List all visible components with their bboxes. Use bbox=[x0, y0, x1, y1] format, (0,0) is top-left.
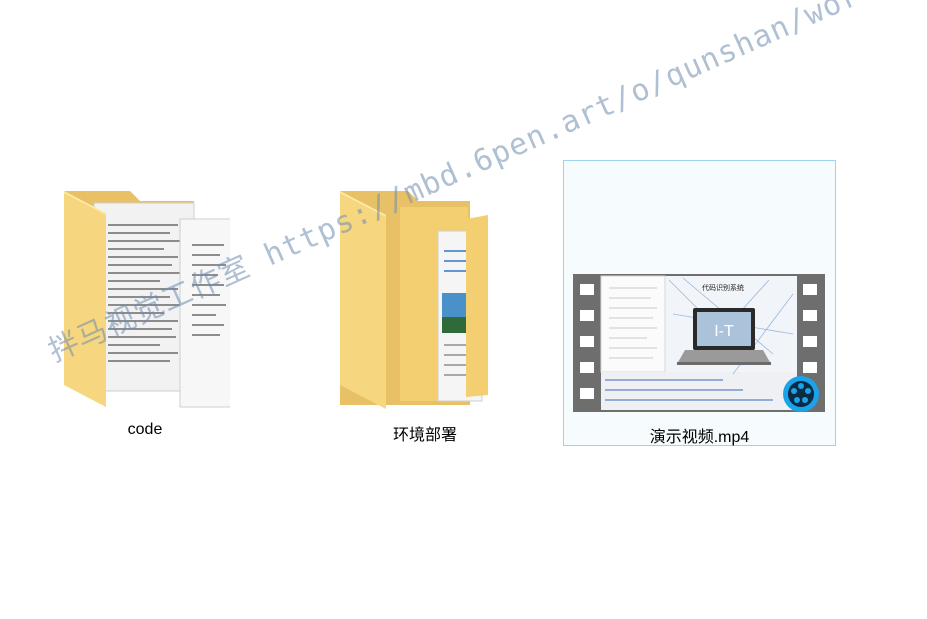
thumbnail-title: 代码识别系统 bbox=[702, 283, 744, 292]
file-item-env[interactable]: 环境部署 bbox=[320, 175, 530, 450]
file-item-video[interactable]: 代码识别系统 I-T 演示视频.mp4 bbox=[563, 160, 836, 446]
folder-icon bbox=[340, 191, 488, 409]
laptop-screen-text: I-T bbox=[714, 323, 734, 340]
folder-icon bbox=[64, 191, 230, 408]
file-item-code[interactable]: code bbox=[40, 175, 250, 450]
video-thumbnail: 代码识别系统 I-T bbox=[573, 274, 825, 412]
file-name-label: 环境部署 bbox=[392, 427, 457, 444]
file-name-label: code bbox=[127, 421, 163, 438]
file-name-label: 演示视频.mp4 bbox=[649, 429, 750, 446]
